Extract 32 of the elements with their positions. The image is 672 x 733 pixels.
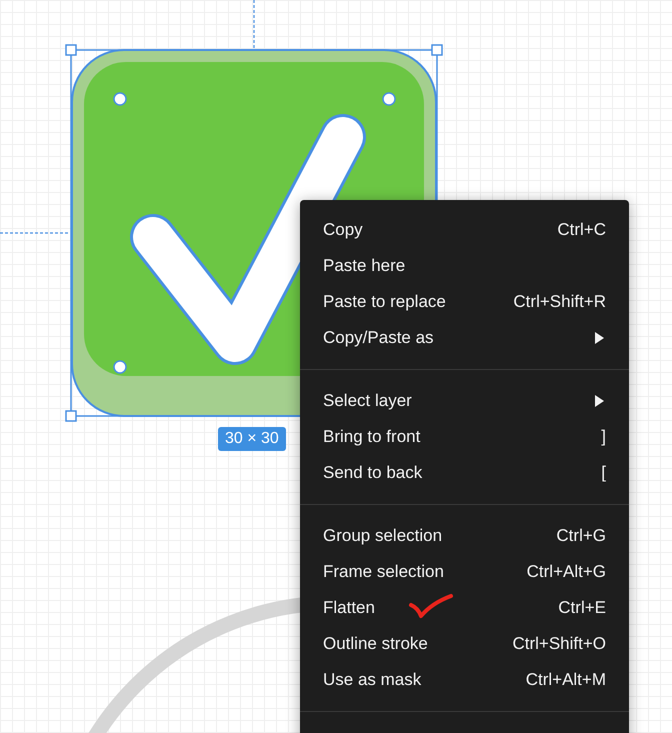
menu-item[interactable]: Paste here bbox=[323, 256, 406, 276]
shortcut-text: Ctrl+E bbox=[558, 598, 606, 618]
menu-item[interactable]: Send to back bbox=[323, 463, 422, 483]
menu-item[interactable]: Group selection bbox=[323, 526, 442, 546]
shortcut-text: ] bbox=[601, 427, 606, 447]
radius-handle[interactable] bbox=[382, 92, 396, 106]
handwritten-check-mark bbox=[409, 594, 453, 618]
shortcut-text: Ctrl+Alt+M bbox=[526, 670, 606, 690]
submenu-arrow-icon bbox=[594, 395, 604, 407]
shortcut-text: Ctrl+G bbox=[556, 526, 606, 546]
menu-item[interactable]: Copy bbox=[323, 220, 363, 240]
menu-item[interactable]: Flatten bbox=[323, 598, 375, 618]
shortcut-text: Ctrl+C bbox=[557, 220, 606, 240]
submenu-arrow-icon bbox=[594, 332, 604, 344]
menu-item[interactable]: Use as mask bbox=[323, 670, 422, 690]
resize-handle[interactable] bbox=[65, 44, 77, 56]
menu-item[interactable]: Bring to front bbox=[323, 427, 420, 447]
radius-handle[interactable] bbox=[113, 360, 127, 374]
size-label: 30 × 30 bbox=[218, 427, 286, 451]
shortcut-text: Ctrl+Alt+G bbox=[526, 562, 606, 582]
guide-line bbox=[0, 232, 70, 234]
shortcut-text: Ctrl+Shift+O bbox=[512, 634, 606, 654]
shortcut-text: [ bbox=[601, 463, 606, 483]
menu-item[interactable]: Copy/Paste as bbox=[323, 328, 434, 348]
menu-item[interactable]: Outline stroke bbox=[323, 634, 428, 654]
menu-item[interactable]: Paste to replace bbox=[323, 292, 446, 312]
radius-handle[interactable] bbox=[113, 92, 127, 106]
menu-item[interactable]: Frame selection bbox=[323, 562, 444, 582]
menu-item[interactable]: Select layer bbox=[323, 391, 412, 411]
resize-handle[interactable] bbox=[431, 44, 443, 56]
resize-handle[interactable] bbox=[65, 410, 77, 422]
shortcut-text: Ctrl+Shift+R bbox=[513, 292, 606, 312]
